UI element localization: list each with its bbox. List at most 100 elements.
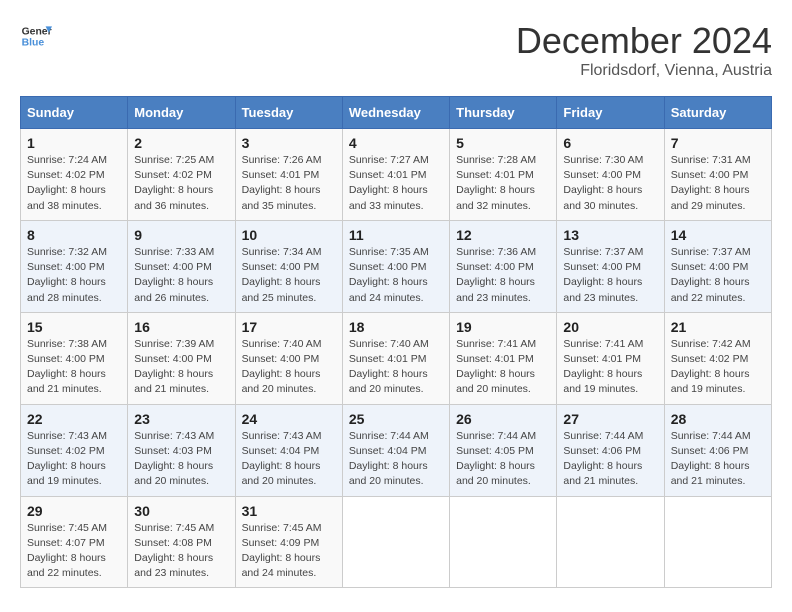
day-number: 15 [27,319,121,335]
day-info: Sunrise: 7:24 AM Sunset: 4:02 PM Dayligh… [27,153,121,214]
day-info: Sunrise: 7:43 AM Sunset: 4:03 PM Dayligh… [134,429,228,490]
page-header: General Blue December 2024 Floridsdorf, … [20,20,772,80]
calendar-week-row: 29 Sunrise: 7:45 AM Sunset: 4:07 PM Dayli… [21,496,772,588]
day-number: 26 [456,411,550,427]
day-info: Sunrise: 7:43 AM Sunset: 4:02 PM Dayligh… [27,429,121,490]
calendar-cell: 19 Sunrise: 7:41 AM Sunset: 4:01 PM Dayli… [450,312,557,404]
calendar-cell: 26 Sunrise: 7:44 AM Sunset: 4:05 PM Dayli… [450,404,557,496]
calendar-cell: 21 Sunrise: 7:42 AM Sunset: 4:02 PM Dayli… [664,312,771,404]
calendar-cell: 2 Sunrise: 7:25 AM Sunset: 4:02 PM Daylig… [128,129,235,221]
calendar-cell: 23 Sunrise: 7:43 AM Sunset: 4:03 PM Dayli… [128,404,235,496]
calendar-cell: 17 Sunrise: 7:40 AM Sunset: 4:00 PM Dayli… [235,312,342,404]
day-info: Sunrise: 7:41 AM Sunset: 4:01 PM Dayligh… [563,337,657,398]
day-info: Sunrise: 7:45 AM Sunset: 4:09 PM Dayligh… [242,521,336,582]
calendar-cell: 27 Sunrise: 7:44 AM Sunset: 4:06 PM Dayli… [557,404,664,496]
day-number: 5 [456,135,550,151]
col-tuesday: Tuesday [235,97,342,129]
day-info: Sunrise: 7:33 AM Sunset: 4:00 PM Dayligh… [134,245,228,306]
day-info: Sunrise: 7:45 AM Sunset: 4:07 PM Dayligh… [27,521,121,582]
calendar-cell: 22Sunrise: 7:43 AM Sunset: 4:02 PM Dayli… [21,404,128,496]
calendar-week-row: 1 Sunrise: 7:24 AM Sunset: 4:02 PM Daylig… [21,129,772,221]
calendar-table: Sunday Monday Tuesday Wednesday Thursday… [20,96,772,588]
day-info: Sunrise: 7:36 AM Sunset: 4:00 PM Dayligh… [456,245,550,306]
day-info: Sunrise: 7:31 AM Sunset: 4:00 PM Dayligh… [671,153,765,214]
day-number: 24 [242,411,336,427]
day-number: 10 [242,227,336,243]
calendar-cell: 12 Sunrise: 7:36 AM Sunset: 4:00 PM Dayli… [450,220,557,312]
calendar-cell [450,496,557,588]
day-info: Sunrise: 7:43 AM Sunset: 4:04 PM Dayligh… [242,429,336,490]
day-number: 7 [671,135,765,151]
calendar-week-row: 15 Sunrise: 7:38 AM Sunset: 4:00 PM Dayli… [21,312,772,404]
day-number: 21 [671,319,765,335]
location-subtitle: Floridsdorf, Vienna, Austria [516,62,772,80]
day-info: Sunrise: 7:35 AM Sunset: 4:00 PM Dayligh… [349,245,443,306]
day-info: Sunrise: 7:40 AM Sunset: 4:00 PM Dayligh… [242,337,336,398]
calendar-week-row: 22Sunrise: 7:43 AM Sunset: 4:02 PM Dayli… [21,404,772,496]
day-info: Sunrise: 7:32 AM Sunset: 4:00 PM Dayligh… [27,245,121,306]
calendar-cell: 7 Sunrise: 7:31 AM Sunset: 4:00 PM Daylig… [664,129,771,221]
calendar-cell: 10 Sunrise: 7:34 AM Sunset: 4:00 PM Dayli… [235,220,342,312]
day-number: 23 [134,411,228,427]
day-number: 2 [134,135,228,151]
calendar-cell: 29 Sunrise: 7:45 AM Sunset: 4:07 PM Dayli… [21,496,128,588]
day-info: Sunrise: 7:37 AM Sunset: 4:00 PM Dayligh… [563,245,657,306]
col-wednesday: Wednesday [342,97,449,129]
day-number: 12 [456,227,550,243]
svg-text:Blue: Blue [22,38,45,49]
day-number: 28 [671,411,765,427]
day-number: 29 [27,503,121,519]
calendar-cell [664,496,771,588]
day-number: 19 [456,319,550,335]
day-info: Sunrise: 7:44 AM Sunset: 4:04 PM Dayligh… [349,429,443,490]
day-info: Sunrise: 7:40 AM Sunset: 4:01 PM Dayligh… [349,337,443,398]
calendar-cell: 14Sunrise: 7:37 AM Sunset: 4:00 PM Dayli… [664,220,771,312]
col-friday: Friday [557,97,664,129]
day-number: 30 [134,503,228,519]
day-info: Sunrise: 7:25 AM Sunset: 4:02 PM Dayligh… [134,153,228,214]
day-info: Sunrise: 7:27 AM Sunset: 4:01 PM Dayligh… [349,153,443,214]
day-number: 31 [242,503,336,519]
calendar-cell: 4 Sunrise: 7:27 AM Sunset: 4:01 PM Daylig… [342,129,449,221]
calendar-cell: 13 Sunrise: 7:37 AM Sunset: 4:00 PM Dayli… [557,220,664,312]
day-number: 25 [349,411,443,427]
calendar-cell [557,496,664,588]
day-info: Sunrise: 7:28 AM Sunset: 4:01 PM Dayligh… [456,153,550,214]
day-info: Sunrise: 7:34 AM Sunset: 4:00 PM Dayligh… [242,245,336,306]
day-number: 9 [134,227,228,243]
day-info: Sunrise: 7:38 AM Sunset: 4:00 PM Dayligh… [27,337,121,398]
day-number: 27 [563,411,657,427]
day-number: 20 [563,319,657,335]
day-number: 16 [134,319,228,335]
day-number: 4 [349,135,443,151]
day-info: Sunrise: 7:42 AM Sunset: 4:02 PM Dayligh… [671,337,765,398]
day-info: Sunrise: 7:44 AM Sunset: 4:06 PM Dayligh… [563,429,657,490]
logo-icon: General Blue [20,20,52,52]
title-section: December 2024 Floridsdorf, Vienna, Austr… [516,20,772,80]
calendar-cell: 16 Sunrise: 7:39 AM Sunset: 4:00 PM Dayli… [128,312,235,404]
calendar-cell: 28Sunrise: 7:44 AM Sunset: 4:06 PM Dayli… [664,404,771,496]
calendar-cell: 11Sunrise: 7:35 AM Sunset: 4:00 PM Dayli… [342,220,449,312]
calendar-cell: 5 Sunrise: 7:28 AM Sunset: 4:01 PM Daylig… [450,129,557,221]
day-info: Sunrise: 7:45 AM Sunset: 4:08 PM Dayligh… [134,521,228,582]
col-thursday: Thursday [450,97,557,129]
calendar-cell: 6Sunrise: 7:30 AM Sunset: 4:00 PM Daylig… [557,129,664,221]
month-title: December 2024 [516,20,772,62]
day-info: Sunrise: 7:26 AM Sunset: 4:01 PM Dayligh… [242,153,336,214]
day-info: Sunrise: 7:39 AM Sunset: 4:00 PM Dayligh… [134,337,228,398]
day-info: Sunrise: 7:30 AM Sunset: 4:00 PM Dayligh… [563,153,657,214]
day-number: 13 [563,227,657,243]
day-number: 17 [242,319,336,335]
calendar-week-row: 8Sunrise: 7:32 AM Sunset: 4:00 PM Daylig… [21,220,772,312]
day-number: 1 [27,135,121,151]
logo: General Blue [20,20,52,52]
day-number: 3 [242,135,336,151]
col-monday: Monday [128,97,235,129]
day-number: 18 [349,319,443,335]
day-info: Sunrise: 7:44 AM Sunset: 4:05 PM Dayligh… [456,429,550,490]
col-saturday: Saturday [664,97,771,129]
calendar-cell: 1 Sunrise: 7:24 AM Sunset: 4:02 PM Daylig… [21,129,128,221]
calendar-body: 1 Sunrise: 7:24 AM Sunset: 4:02 PM Daylig… [21,129,772,588]
day-info: Sunrise: 7:41 AM Sunset: 4:01 PM Dayligh… [456,337,550,398]
day-number: 14 [671,227,765,243]
